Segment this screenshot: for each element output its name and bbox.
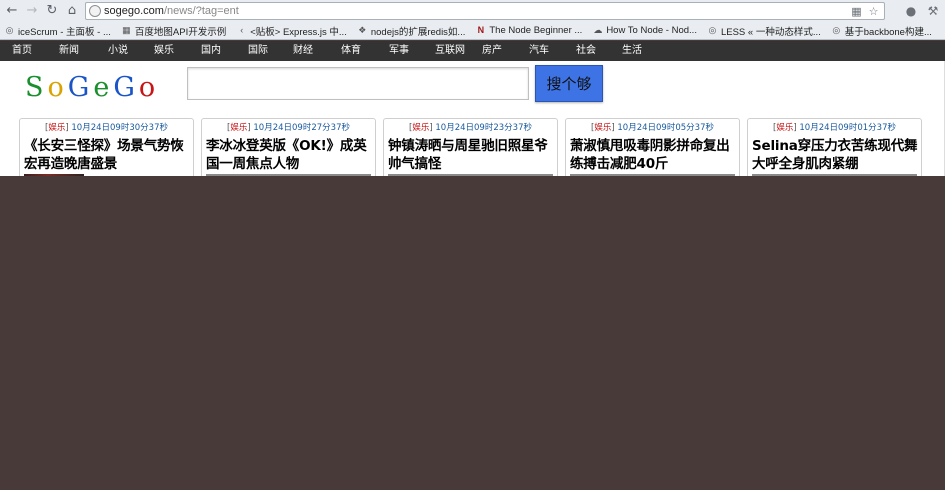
logo-letter: G — [67, 72, 94, 103]
globe-icon: ◎ — [708, 25, 717, 35]
nav-item[interactable]: 国际 — [248, 41, 268, 61]
nav-item[interactable]: 首页 — [12, 41, 32, 61]
bookmark-label: How To Node - Nod... — [606, 25, 697, 36]
n-logo-icon: N — [477, 25, 485, 35]
search-input[interactable] — [187, 67, 529, 100]
logo-letter: G — [113, 72, 139, 103]
news-meta: [娱乐] 10月24日09时30分37秒 — [45, 123, 168, 133]
news-thumbnail[interactable] — [24, 174, 84, 176]
bookmark-item[interactable]: ▦ 百度地图API开发示例 — [121, 24, 226, 38]
news-time: 10月24日09时05分37秒 — [617, 123, 714, 133]
bookmark-label: The Node Beginner ... — [489, 25, 583, 36]
nav-item[interactable]: 社会 — [576, 41, 596, 61]
script-icon: ‹ — [240, 25, 244, 35]
nav-item[interactable]: 小说 — [108, 41, 128, 61]
reload-icon[interactable]: ↻ — [44, 3, 60, 19]
omnibox-actions: ▦ ☆ — [850, 5, 880, 18]
news-time: 10月24日09时23分37秒 — [435, 123, 532, 133]
news-time: 10月24日09时01分37秒 — [799, 123, 896, 133]
bookmark-label: nodejs的扩展redis如... — [370, 26, 466, 38]
news-meta: [娱乐] 10月24日09时23分37秒 — [409, 123, 532, 133]
category-tag[interactable]: 娱乐 — [594, 123, 611, 133]
cloud-icon: ☁ — [593, 25, 603, 35]
news-meta: [娱乐] 10月24日09时27分37秒 — [227, 123, 350, 133]
news-title[interactable]: Selina穿压力衣苦练现代舞大呼全身肌肉紧绷 — [752, 137, 920, 173]
logo-letter: e — [93, 72, 114, 103]
nav-item[interactable]: 娱乐 — [154, 41, 174, 61]
nav-item[interactable]: 生活 — [622, 41, 642, 61]
site-nav: 首页 新闻 小说 娱乐 国内 国际 财经 体育 军事 互联网 房产 汽车 社会 生活 — [0, 41, 945, 61]
news-thumbnail[interactable] — [570, 174, 735, 176]
page-content: SoGeGo 搜个够 [娱乐] 10月24日09时30分37秒 《长安三怪探》场景… — [0, 61, 945, 176]
home-icon[interactable]: ⌂ — [64, 3, 80, 19]
search-button[interactable]: 搜个够 — [535, 65, 603, 102]
news-card[interactable]: [娱乐] 10月24日09时05分37秒萧淑慎甩吸毒阴影拼命复出练搏击减肥40斤 — [565, 118, 740, 176]
news-thumbnail[interactable] — [752, 174, 917, 176]
nav-item[interactable]: 财经 — [293, 41, 313, 61]
bookmark-label: iceScrum - 主面板 - ... — [18, 26, 111, 38]
news-thumbnail[interactable] — [388, 174, 553, 176]
bookmark-label: 基于backbone构建... — [844, 26, 932, 38]
forward-arrow-icon[interactable]: → — [24, 3, 40, 19]
news-card[interactable]: [娱乐] 10月24日09时01分37秒 Selina穿压力衣苦练现代舞大呼全身肌… — [747, 118, 922, 176]
bookmark-item[interactable]: ◎ 基于backbone构建... — [831, 24, 932, 38]
news-title[interactable]: 萧淑慎甩吸毒阴影拼命复出练搏击减肥40斤 — [570, 137, 738, 173]
browser-toolbar: ← → ↻ ⌂ sogego.com/news/?tag=ent ▦ ☆ ● ⚒ — [0, 0, 945, 21]
wrench-icon[interactable]: ⚒ — [925, 3, 941, 19]
bookmark-item[interactable]: ◎ LESS « 一种动态样式... — [707, 24, 821, 38]
news-meta: [娱乐] 10月24日09时01分37秒 — [773, 123, 896, 133]
back-arrow-icon[interactable]: ← — [4, 3, 20, 19]
nav-item[interactable]: 新闻 — [59, 41, 79, 61]
url-host: sogego.com — [104, 5, 164, 17]
browser-extensions: ● ⚒ — [903, 3, 941, 19]
url-path: /news/?tag=ent — [163, 5, 239, 17]
news-time: 10月24日09时27分37秒 — [253, 123, 350, 133]
news-time: 10月24日09时30分37秒 — [71, 123, 168, 133]
category-tag[interactable]: 娱乐 — [776, 123, 793, 133]
news-title[interactable]: 《长安三怪探》场景气势恢宏再造晚唐盛景 — [24, 137, 192, 173]
news-thumbnail[interactable] — [206, 174, 371, 176]
browser-chrome: ← → ↻ ⌂ sogego.com/news/?tag=ent ▦ ☆ ● ⚒… — [0, 0, 945, 40]
bookmark-item[interactable]: ☁ How To Node - Nod... — [592, 25, 697, 36]
bookmark-item[interactable]: ◎ iceScrum - 主面板 - ... — [4, 24, 111, 38]
news-card[interactable]: [娱乐] 10月24日09时23分37秒钟镇涛晒与周星驰旧照星爷帅气搞怪 — [383, 118, 558, 176]
extension-globe-icon[interactable]: ● — [903, 3, 919, 19]
address-bar[interactable]: sogego.com/news/?tag=ent ▦ ☆ — [85, 2, 885, 20]
bookmark-star-icon[interactable]: ☆ — [867, 5, 880, 18]
url-text[interactable]: sogego.com/news/?tag=ent — [104, 4, 239, 19]
nav-item[interactable]: 军事 — [389, 41, 409, 61]
bookmark-item[interactable]: ‹ <贴板> Express.js 中... — [236, 24, 347, 38]
news-title[interactable]: 李冰冰登英版《OK!》成英国一周焦点人物 — [206, 137, 374, 173]
bookmark-label: LESS « 一种动态样式... — [720, 26, 821, 38]
bookmark-item[interactable]: ❖ nodejs的扩展redis如... — [357, 24, 466, 38]
bookmark-label: 百度地图API开发示例 — [134, 26, 227, 38]
category-tag[interactable]: 娱乐 — [230, 123, 247, 133]
logo-letter: o — [138, 72, 160, 103]
page-action-icon[interactable]: ▦ — [850, 5, 863, 18]
nav-item[interactable]: 国内 — [201, 41, 221, 61]
globe-icon: ◎ — [832, 25, 841, 35]
map-icon: ▦ — [122, 25, 131, 35]
nav-item[interactable]: 房产 — [482, 41, 502, 61]
category-tag[interactable]: 娱乐 — [48, 123, 65, 133]
logo-letter: S — [25, 72, 48, 103]
nav-item[interactable]: 体育 — [341, 41, 361, 61]
puzzle-icon: ❖ — [358, 25, 367, 35]
bookmark-label: <贴板> Express.js 中... — [250, 26, 347, 38]
news-card[interactable]: [娱乐] 10月24日09时27分37秒李冰冰登英版《OK!》成英国一周焦点人物 — [201, 118, 376, 176]
page-info-icon[interactable] — [89, 5, 101, 17]
nav-item[interactable]: 互联网 — [435, 41, 465, 61]
bookmark-item[interactable]: N The Node Beginner ... — [475, 25, 583, 36]
logo-letter: o — [47, 72, 68, 103]
sogego-logo[interactable]: SoGeGo — [25, 72, 159, 104]
news-meta: [娱乐] 10月24日09时05分37秒 — [591, 123, 714, 133]
news-title[interactable]: 钟镇涛晒与周星驰旧照星爷帅气搞怪 — [388, 137, 556, 173]
bookmarks-bar: ◎ iceScrum - 主面板 - ... ▦ 百度地图API开发示例 ‹ <贴板> E… — [0, 21, 945, 40]
news-card[interactable]: [娱乐] 10月24日09时30分37秒《长安三怪探》场景气势恢宏再造晚唐盛景 — [19, 118, 194, 176]
category-tag[interactable]: 娱乐 — [412, 123, 429, 133]
nav-item[interactable]: 汽车 — [529, 41, 549, 61]
globe-icon: ◎ — [5, 25, 14, 35]
